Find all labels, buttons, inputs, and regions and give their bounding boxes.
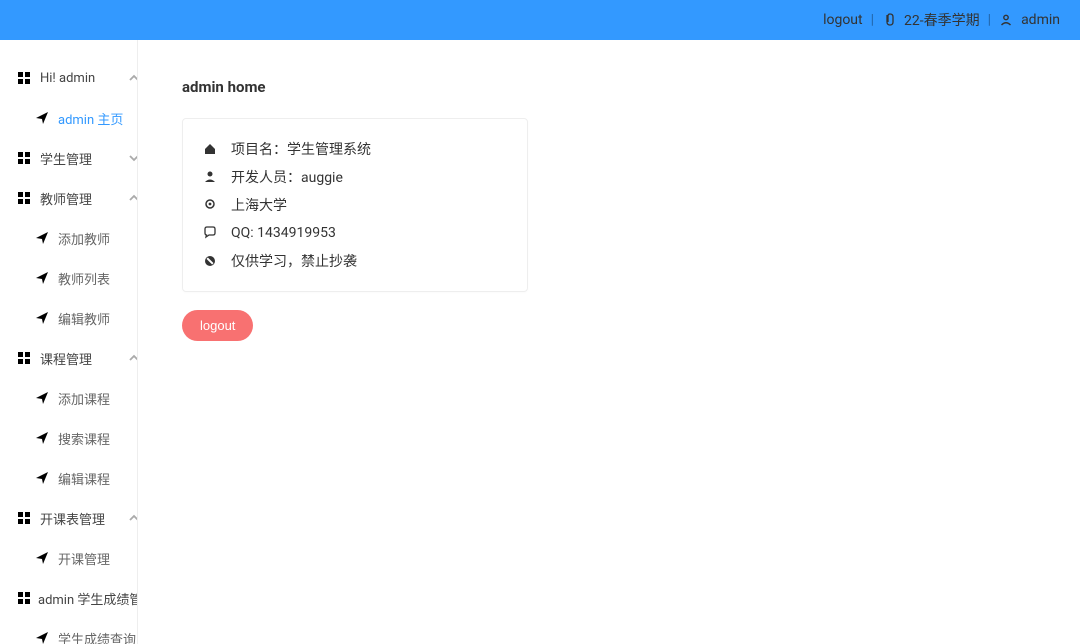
- chevron-up-icon: [128, 512, 138, 524]
- sidebar-item-label: 教师列表: [58, 269, 110, 288]
- sidebar-item-label: 编辑教师: [58, 309, 110, 328]
- content: admin home 项目名：学生管理系统开发人员：auggie 上海大学 QQ: …: [138, 40, 1080, 644]
- sidebar-group-label: admin 学生成绩管理: [38, 589, 138, 608]
- logout-button[interactable]: logout: [182, 310, 253, 341]
- user-label[interactable]: admin: [1021, 12, 1060, 28]
- paper-plane-icon: [36, 232, 50, 244]
- main: Hi! admin admin 主页学生管理教师管理添加教师教师列表编辑教师课程管…: [0, 40, 1080, 644]
- attachment-icon: [882, 13, 896, 27]
- paper-plane-icon: [36, 272, 50, 284]
- paper-plane-icon: [36, 472, 50, 484]
- sidebar-item[interactable]: 添加教师: [0, 218, 138, 258]
- info-card: 项目名：学生管理系统开发人员：auggie 上海大学 QQ: 1434919953 仅…: [182, 118, 528, 292]
- info-text: 仅供学习，禁止抄袭: [231, 251, 357, 271]
- sidebar-group-header[interactable]: admin 学生成绩管理: [0, 578, 138, 618]
- sidebar-group-header[interactable]: 教师管理: [0, 178, 138, 218]
- sidebar-item[interactable]: 学生成绩查询: [0, 618, 138, 644]
- info-row: 开发人员：auggie: [203, 163, 507, 191]
- grid-icon: [18, 512, 32, 524]
- chat-icon: [203, 226, 223, 240]
- user-icon: [203, 170, 223, 184]
- sidebar-item-label: 添加课程: [58, 389, 110, 408]
- home-icon: [203, 142, 223, 156]
- grid-icon: [18, 72, 32, 84]
- sidebar-group-header[interactable]: Hi! admin: [0, 58, 138, 98]
- topbar: logout | 22-春季学期 | admin: [0, 0, 1080, 40]
- sidebar-group-label: 课程管理: [40, 349, 92, 368]
- user-icon: [999, 13, 1013, 27]
- grid-icon: [18, 352, 32, 364]
- grid-icon: [18, 152, 32, 164]
- sidebar[interactable]: Hi! admin admin 主页学生管理教师管理添加教师教师列表编辑教师课程管…: [0, 40, 138, 644]
- paper-plane-icon: [36, 312, 50, 324]
- sidebar-item[interactable]: 编辑教师: [0, 298, 138, 338]
- sidebar-item[interactable]: 添加课程: [0, 378, 138, 418]
- sidebar-item-label: admin 主页: [58, 109, 123, 128]
- paper-plane-icon: [36, 112, 50, 124]
- separator: |: [988, 12, 991, 28]
- separator: |: [871, 12, 874, 28]
- sidebar-group-header[interactable]: 课程管理: [0, 338, 138, 378]
- grid-icon: [18, 192, 32, 204]
- semester-label[interactable]: 22-春季学期: [904, 10, 980, 30]
- paper-plane-icon: [36, 392, 50, 404]
- paper-plane-icon: [36, 552, 50, 564]
- paper-plane-icon: [36, 432, 50, 444]
- info-text: 上海大学: [231, 195, 287, 215]
- sidebar-item[interactable]: 编辑课程: [0, 458, 138, 498]
- page-title: admin home: [182, 78, 1036, 96]
- forbid-icon: [203, 254, 223, 268]
- sidebar-item[interactable]: 搜索课程: [0, 418, 138, 458]
- sidebar-item-label: 开课管理: [58, 549, 110, 568]
- sidebar-group-label: 开课表管理: [40, 509, 105, 528]
- sidebar-item[interactable]: 教师列表: [0, 258, 138, 298]
- pin-icon: [203, 198, 223, 212]
- info-text: QQ: 1434919953: [231, 225, 336, 241]
- info-text: 开发人员：auggie: [231, 167, 343, 187]
- chevron-up-icon: [128, 352, 138, 364]
- sidebar-item[interactable]: 开课管理: [0, 538, 138, 578]
- sidebar-group-header[interactable]: 学生管理: [0, 138, 138, 178]
- chevron-down-icon: [128, 152, 138, 164]
- info-row: 上海大学: [203, 191, 507, 219]
- sidebar-group-header[interactable]: 开课表管理: [0, 498, 138, 538]
- info-text: 项目名：学生管理系统: [231, 139, 371, 159]
- sidebar-group-label: 教师管理: [40, 189, 92, 208]
- sidebar-group-label: Hi! admin: [40, 71, 95, 86]
- sidebar-item-label: 添加教师: [58, 229, 110, 248]
- info-row: 仅供学习，禁止抄袭: [203, 247, 507, 275]
- sidebar-item[interactable]: admin 主页: [0, 98, 138, 138]
- grid-icon: [18, 592, 30, 604]
- chevron-up-icon: [128, 192, 138, 204]
- sidebar-item-label: 学生成绩查询: [58, 629, 136, 644]
- chevron-up-icon: [128, 72, 138, 84]
- sidebar-item-label: 编辑课程: [58, 469, 110, 488]
- sidebar-group-label: 学生管理: [40, 149, 92, 168]
- paper-plane-icon: [36, 632, 50, 644]
- topbar-logout-link[interactable]: logout: [823, 12, 863, 28]
- info-row: 项目名：学生管理系统: [203, 135, 507, 163]
- info-row: QQ: 1434919953: [203, 219, 507, 247]
- sidebar-item-label: 搜索课程: [58, 429, 110, 448]
